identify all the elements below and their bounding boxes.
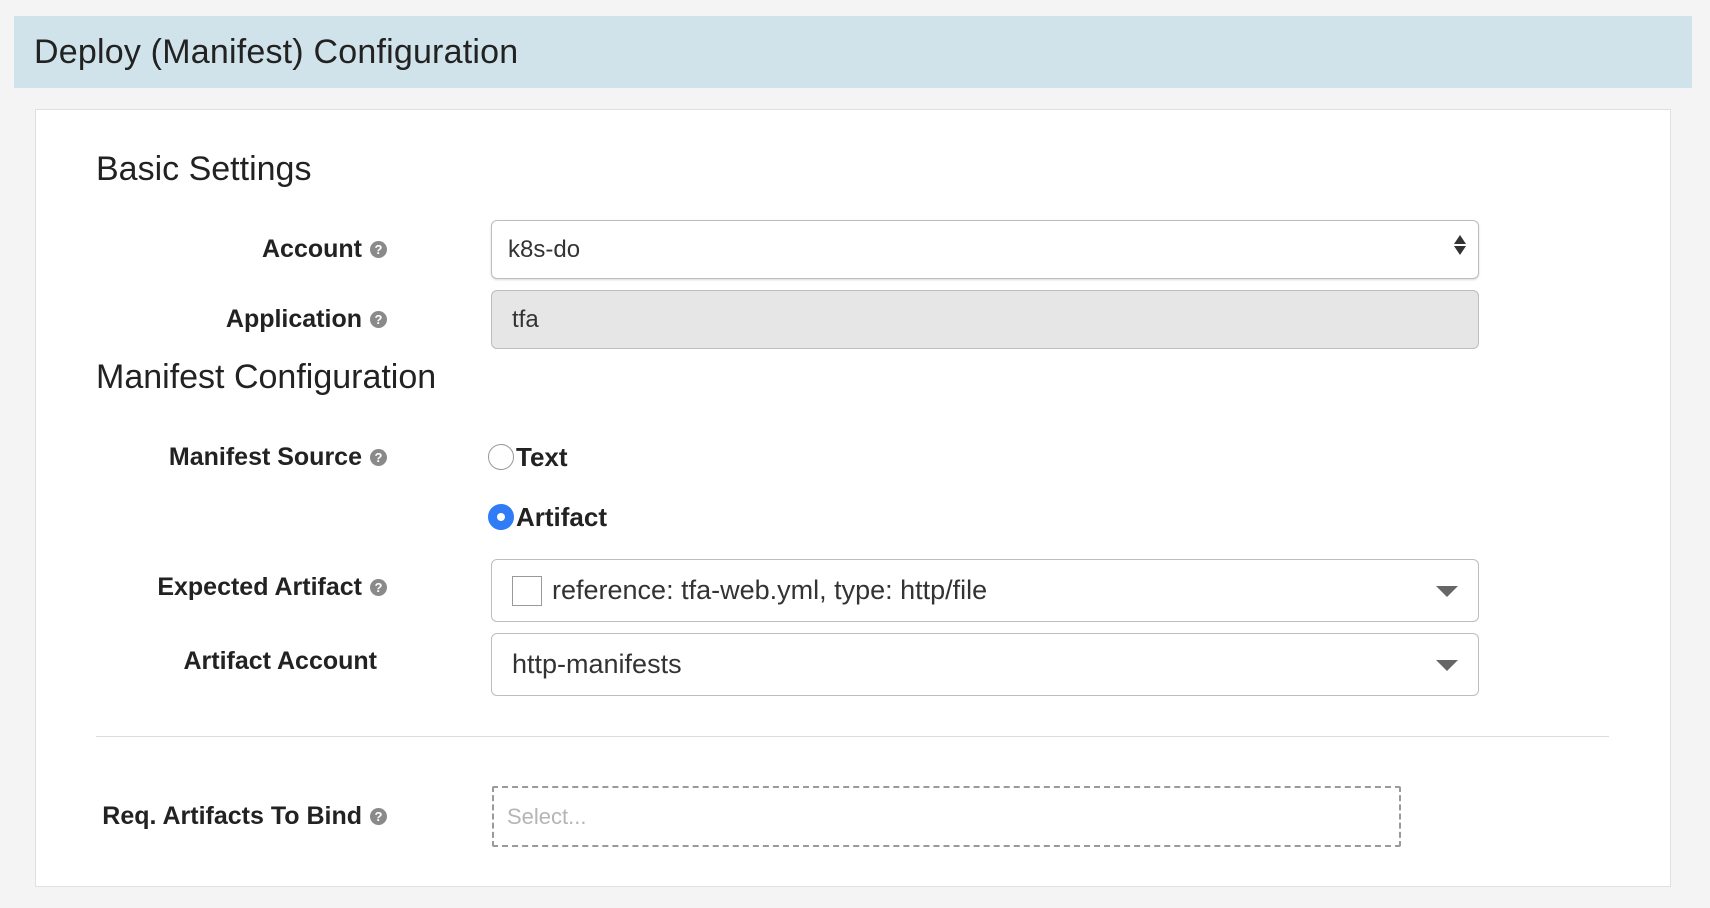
caret-down-icon[interactable] [1436,659,1458,671]
question-circle-icon[interactable]: ? [370,578,387,596]
manifest-source-label-text: Manifest Source [168,442,362,471]
account-label: Account ? [262,229,387,269]
application-label-text: Application [225,304,362,333]
caret-down-icon[interactable] [1436,585,1458,597]
req-artifacts-label: Req. Artifacts To Bind ? [102,796,387,836]
account-select-value: k8s-do [508,235,581,263]
expected-artifact-label-text: Expected Artifact [157,572,362,601]
application-label: Application ? [226,299,387,339]
req-artifacts-placeholder: Select... [507,803,587,829]
account-label-text: Account [262,234,362,263]
application-field: tfa [491,290,1479,349]
question-circle-icon[interactable]: ? [370,240,387,258]
radio-option-artifact[interactable]: Artifact [488,500,607,534]
basic-settings-heading: Basic Settings [96,150,312,188]
req-artifacts-label-text: Req. Artifacts To Bind [102,801,362,830]
artifact-account-select[interactable]: http-manifests [491,633,1479,696]
artifact-account-value: http-manifests [512,649,682,679]
radio-option-text[interactable]: Text [488,440,568,474]
artifact-account-label: Artifact Account [183,641,377,681]
radio-button-artifact[interactable] [488,504,514,530]
artifact-checkbox[interactable] [512,575,542,606]
stage-header: Deploy (Manifest) Configuration [14,16,1692,88]
application-field-value: tfa [512,305,539,333]
artifact-account-label-text: Artifact Account [183,646,377,675]
expected-artifact-select[interactable]: reference: tfa-web.yml, type: http/file [491,559,1479,622]
stage-title: Deploy (Manifest) Configuration [34,32,519,71]
expected-artifact-label: Expected Artifact ? [157,567,387,607]
expected-artifact-value: reference: tfa-web.yml, type: http/file [552,575,988,605]
section-divider [96,736,1609,737]
question-circle-icon[interactable]: ? [370,310,387,328]
question-circle-icon[interactable]: ? [370,807,387,825]
question-circle-icon[interactable]: ? [370,448,387,466]
up-down-arrows-icon [1454,235,1466,255]
manifest-source-label: Manifest Source ? [169,437,387,477]
radio-label-artifact[interactable]: Artifact [516,502,607,533]
config-panel: Basic Settings Account ? k8s-do Applicat… [35,109,1671,887]
req-artifacts-multiselect[interactable]: Select... [492,786,1401,847]
manifest-configuration-heading: Manifest Configuration [96,358,437,396]
account-select[interactable]: k8s-do [491,220,1479,279]
radio-label-text[interactable]: Text [516,442,568,473]
radio-button-text[interactable] [488,444,514,470]
